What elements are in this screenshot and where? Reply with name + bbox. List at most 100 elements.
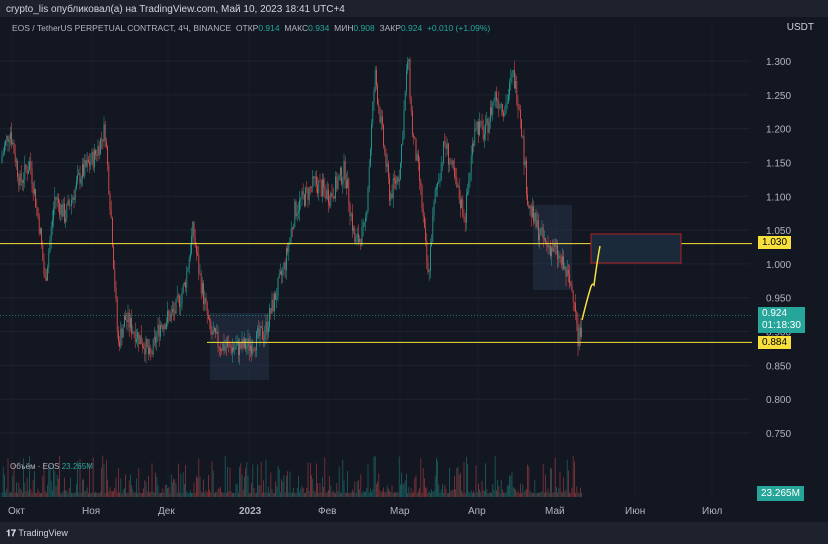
candle-body [186, 270, 188, 288]
candle-body [66, 205, 68, 219]
candle-body [396, 176, 398, 184]
candle-body [60, 204, 62, 215]
volume-bar [22, 492, 23, 497]
candle-body [349, 203, 351, 216]
symbol-legend: EOS / TetherUS PERPETUAL CONTRACT, 4Ч, B… [12, 23, 490, 33]
volume-bar [64, 477, 65, 497]
volume-bar [14, 492, 16, 497]
candle-body [418, 154, 419, 163]
candle-body [569, 273, 570, 284]
volume-bar [474, 492, 476, 497]
volume-bar [574, 461, 575, 497]
candle-body [101, 138, 102, 140]
volume-bar [301, 486, 303, 497]
candle-body [391, 193, 393, 198]
candle-body [282, 268, 284, 276]
candle-body [343, 161, 345, 180]
candle-body [175, 298, 177, 314]
close-value: 0.924 [400, 23, 423, 33]
volume-bar [432, 491, 434, 497]
candle-body [347, 179, 348, 189]
volume-bar [42, 476, 44, 497]
currency-label[interactable]: USDT [787, 22, 814, 33]
candle-body [96, 154, 98, 157]
candle-body [419, 162, 420, 181]
brand-name: TradingView [18, 528, 68, 538]
candle-body [46, 278, 47, 281]
volume-bar [24, 483, 26, 497]
candle-body [578, 327, 580, 347]
candle-body [266, 321, 268, 333]
candle-body [468, 180, 470, 192]
price-tick: 1.150 [766, 158, 791, 169]
candle-body [145, 338, 147, 355]
candle-body [209, 318, 210, 321]
candle-body [407, 61, 408, 71]
candle-body [408, 59, 410, 62]
volume-bar [460, 472, 461, 497]
volume-bar [155, 472, 156, 497]
candle-body [144, 348, 146, 355]
volume-bar [246, 461, 248, 497]
time-tick: Дек [158, 506, 175, 517]
volume-bar [31, 492, 33, 497]
volume-bar [124, 488, 125, 497]
volume-bar [482, 490, 484, 497]
volume-bar [527, 464, 528, 497]
volume-bar [368, 492, 370, 497]
candle-body [137, 332, 138, 339]
volume-bar [367, 464, 369, 497]
volume-bar [216, 491, 218, 497]
volume-bar [317, 483, 318, 497]
candle-body [112, 217, 113, 247]
volume-badge: 23.265M [757, 486, 804, 501]
candle-body [140, 335, 142, 345]
tradingview-logo[interactable]: 𝟏𝟕 TradingView [6, 528, 68, 539]
price-chart[interactable]: 1.3001.2501.2001.1501.1001.0501.0000.950… [0, 0, 828, 544]
volume-bar [486, 489, 488, 497]
volume-label: Объём · EOS [10, 462, 60, 471]
candle-body [126, 319, 128, 322]
volume-bar [559, 471, 561, 497]
candle-body [155, 337, 156, 343]
volume-bar [329, 475, 330, 497]
candle-body [389, 177, 390, 201]
volume-bar [241, 474, 243, 497]
candle-body [330, 192, 332, 206]
candle-body [78, 173, 80, 175]
price-tick: 0.750 [766, 429, 791, 440]
change-value: +0.010 (+1.09%) [426, 23, 491, 33]
candle-body [545, 237, 546, 242]
candle-body [300, 198, 302, 200]
volume-bar [294, 492, 296, 497]
candle-body [341, 168, 342, 185]
candle-body [259, 326, 261, 337]
candle-body [398, 179, 400, 182]
volume-bar [175, 483, 177, 497]
candle-body [452, 160, 454, 168]
volume-bar [149, 492, 150, 497]
volume-bar [84, 491, 86, 497]
low-label: МИН [334, 23, 354, 33]
volume-bar [444, 485, 446, 497]
candle-body [50, 226, 52, 240]
candle-body [490, 107, 491, 122]
candle-body [210, 320, 212, 331]
volume-bar [452, 489, 454, 497]
candle-body [230, 346, 232, 354]
candle-body [94, 150, 95, 168]
volume-bar [298, 475, 299, 497]
candle-body [311, 187, 312, 189]
candle-body [248, 338, 250, 351]
candle-body [223, 343, 225, 351]
volume-bar [274, 492, 275, 497]
volume-bar [396, 491, 398, 497]
volume-bar [289, 471, 291, 497]
candle-body [14, 153, 16, 163]
volume-bar [497, 480, 498, 497]
volume-bar [576, 486, 578, 497]
candle-body [503, 111, 504, 117]
volume-bar [395, 492, 396, 497]
volume-bar [425, 487, 426, 497]
volume-bar [172, 482, 173, 497]
